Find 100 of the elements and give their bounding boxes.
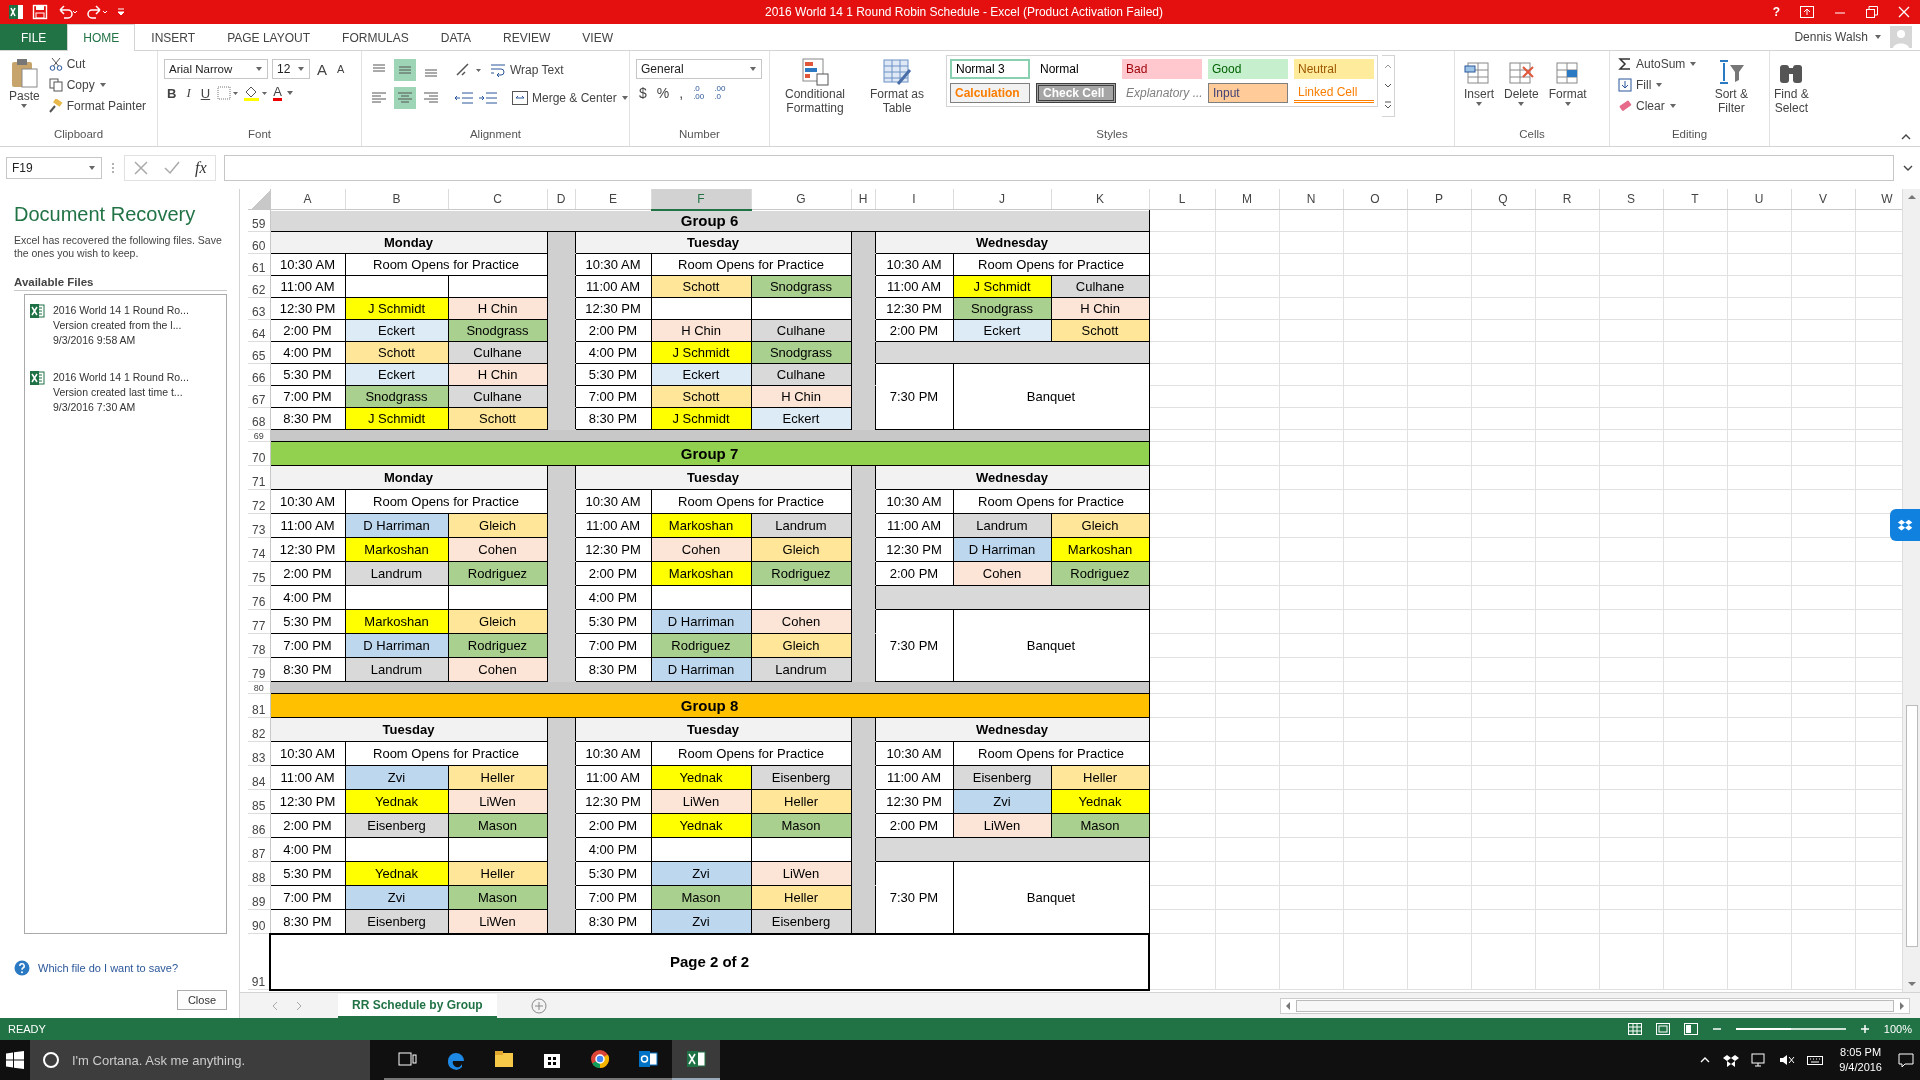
- column-header[interactable]: M: [1215, 189, 1279, 210]
- format-painter-button[interactable]: Format Painter: [46, 97, 149, 115]
- column-header[interactable]: G: [751, 189, 851, 210]
- ribbon-tab[interactable]: FORMULAS: [326, 24, 425, 50]
- fill-button[interactable]: Fill: [1616, 76, 1700, 94]
- cell-style-option[interactable]: Good: [1208, 59, 1288, 79]
- column-header[interactable]: H: [851, 189, 875, 210]
- help-icon[interactable]: [14, 960, 30, 976]
- wrap-text-button[interactable]: Wrap Text: [488, 61, 566, 79]
- clock-date[interactable]: 9/4/2016: [1839, 1060, 1882, 1075]
- formula-input[interactable]: [223, 155, 1894, 181]
- font-name-dropdown[interactable]: Arial Narrow: [164, 59, 268, 79]
- merge-center-button[interactable]: Merge & Center: [510, 89, 631, 107]
- user-name[interactable]: Dennis Walsh: [1794, 30, 1868, 44]
- notifications-icon[interactable]: [1898, 1052, 1914, 1068]
- close-icon[interactable]: [1898, 6, 1910, 18]
- borders-icon[interactable]: [217, 86, 240, 100]
- column-header[interactable]: J: [953, 189, 1051, 210]
- column-header[interactable]: C: [448, 189, 547, 210]
- search-field[interactable]: I'm Cortana. Ask me anything.: [30, 1040, 370, 1080]
- cut-button[interactable]: Cut: [46, 55, 149, 73]
- shrink-font-button[interactable]: A: [334, 63, 348, 75]
- row-header[interactable]: 65: [248, 341, 270, 364]
- zoom-in-icon[interactable]: [1859, 1024, 1870, 1034]
- scroll-up-icon[interactable]: [1906, 193, 1917, 201]
- cell-style-option[interactable]: Bad: [1122, 59, 1202, 79]
- ribbon-tab[interactable]: DATA: [424, 24, 487, 50]
- row-header[interactable]: 91: [248, 933, 270, 990]
- row-header[interactable]: 90: [248, 909, 270, 934]
- collapse-ribbon-icon[interactable]: [1900, 132, 1912, 142]
- row-header[interactable]: 62: [248, 275, 270, 298]
- clock-time[interactable]: 8:05 PM: [1840, 1045, 1882, 1060]
- file-name[interactable]: 2016 World 14 1 Round Ro...: [53, 370, 189, 385]
- row-header[interactable]: 85: [248, 789, 270, 814]
- row-header[interactable]: 64: [248, 319, 270, 342]
- underline-button[interactable]: U: [197, 85, 214, 101]
- row-header[interactable]: 76: [248, 585, 270, 610]
- row-header[interactable]: 60: [248, 231, 270, 254]
- insert-button[interactable]: Insert: [1461, 55, 1497, 109]
- scroll-left-icon[interactable]: [1284, 1000, 1292, 1011]
- column-header[interactable]: P: [1407, 189, 1471, 210]
- insert-function-button[interactable]: fx: [195, 159, 207, 177]
- caret-icon[interactable]: [285, 90, 294, 96]
- row-header[interactable]: 74: [248, 537, 270, 562]
- vertical-scrollbar[interactable]: [1902, 189, 1920, 992]
- column-header[interactable]: N: [1279, 189, 1343, 210]
- grow-font-button[interactable]: A: [314, 60, 330, 78]
- windows-start-icon[interactable]: [6, 1051, 24, 1069]
- keyboard-icon[interactable]: [1807, 1053, 1824, 1067]
- row-header[interactable]: 66: [248, 363, 270, 386]
- network-icon[interactable]: [1751, 1053, 1768, 1067]
- row-header[interactable]: 86: [248, 813, 270, 838]
- ribbon-tab[interactable]: INSERT: [135, 24, 212, 50]
- sheet-tab[interactable]: RR Schedule by Group: [338, 993, 497, 1018]
- name-box[interactable]: F19: [6, 157, 102, 179]
- ribbon-tab[interactable]: FILE: [0, 24, 68, 50]
- row-header[interactable]: 88: [248, 861, 270, 886]
- column-header[interactable]: D: [547, 189, 575, 210]
- column-header[interactable]: B: [345, 189, 448, 210]
- row-header[interactable]: 87: [248, 837, 270, 862]
- row-header[interactable]: 68: [248, 407, 270, 430]
- column-header[interactable]: O: [1343, 189, 1407, 210]
- decrease-decimal-button[interactable]: .00 .0: [711, 85, 729, 101]
- column-header[interactable]: F: [651, 189, 751, 210]
- ribbon-display-icon[interactable]: [1800, 6, 1814, 18]
- row-header[interactable]: 72: [248, 489, 270, 514]
- row-header[interactable]: 61: [248, 253, 270, 276]
- format-as-table-button[interactable]: Format as Table: [858, 55, 936, 117]
- ribbon-tab[interactable]: REVIEW: [487, 24, 567, 50]
- excel-taskbar-icon[interactable]: [672, 1040, 720, 1080]
- horizontal-scrollbar[interactable]: [1280, 997, 1910, 1014]
- column-header[interactable]: L: [1149, 189, 1215, 210]
- cell-style-option[interactable]: Input: [1208, 83, 1288, 103]
- fill-color-icon[interactable]: [243, 85, 270, 101]
- cell-style-option[interactable]: Explanatory ...: [1122, 83, 1202, 103]
- undo-icon[interactable]: [56, 4, 78, 20]
- redo-icon[interactable]: [86, 4, 108, 20]
- find-select-button[interactable]: Find & Select: [1763, 55, 1820, 117]
- column-header[interactable]: K: [1051, 189, 1149, 210]
- row-header[interactable]: 73: [248, 513, 270, 538]
- row-header[interactable]: 89: [248, 885, 270, 910]
- column-header[interactable]: U: [1727, 189, 1791, 210]
- paste-button[interactable]: Paste: [6, 55, 43, 111]
- scroll-thumb[interactable]: [1296, 999, 1894, 1012]
- percent-button[interactable]: %: [653, 85, 673, 101]
- italic-button[interactable]: I: [183, 85, 194, 101]
- row-header[interactable]: 82: [248, 717, 270, 742]
- file-name[interactable]: 2016 World 14 1 Round Ro...: [53, 303, 189, 318]
- increase-decimal-button[interactable]: .0 .00: [690, 85, 708, 101]
- floating-badge-icon[interactable]: [1890, 509, 1920, 541]
- autosum-button[interactable]: AutoSum: [1616, 55, 1700, 73]
- ribbon-tab[interactable]: VIEW: [566, 24, 629, 50]
- ribbon-tab[interactable]: HOME: [67, 24, 136, 51]
- row-header[interactable]: 71: [248, 465, 270, 490]
- row-header[interactable]: 63: [248, 297, 270, 320]
- page-layout-view-icon[interactable]: [1655, 1023, 1670, 1035]
- column-header[interactable]: Q: [1471, 189, 1535, 210]
- scroll-down-icon[interactable]: [1906, 980, 1917, 988]
- column-header[interactable]: T: [1663, 189, 1727, 210]
- row-header[interactable]: 67: [248, 385, 270, 408]
